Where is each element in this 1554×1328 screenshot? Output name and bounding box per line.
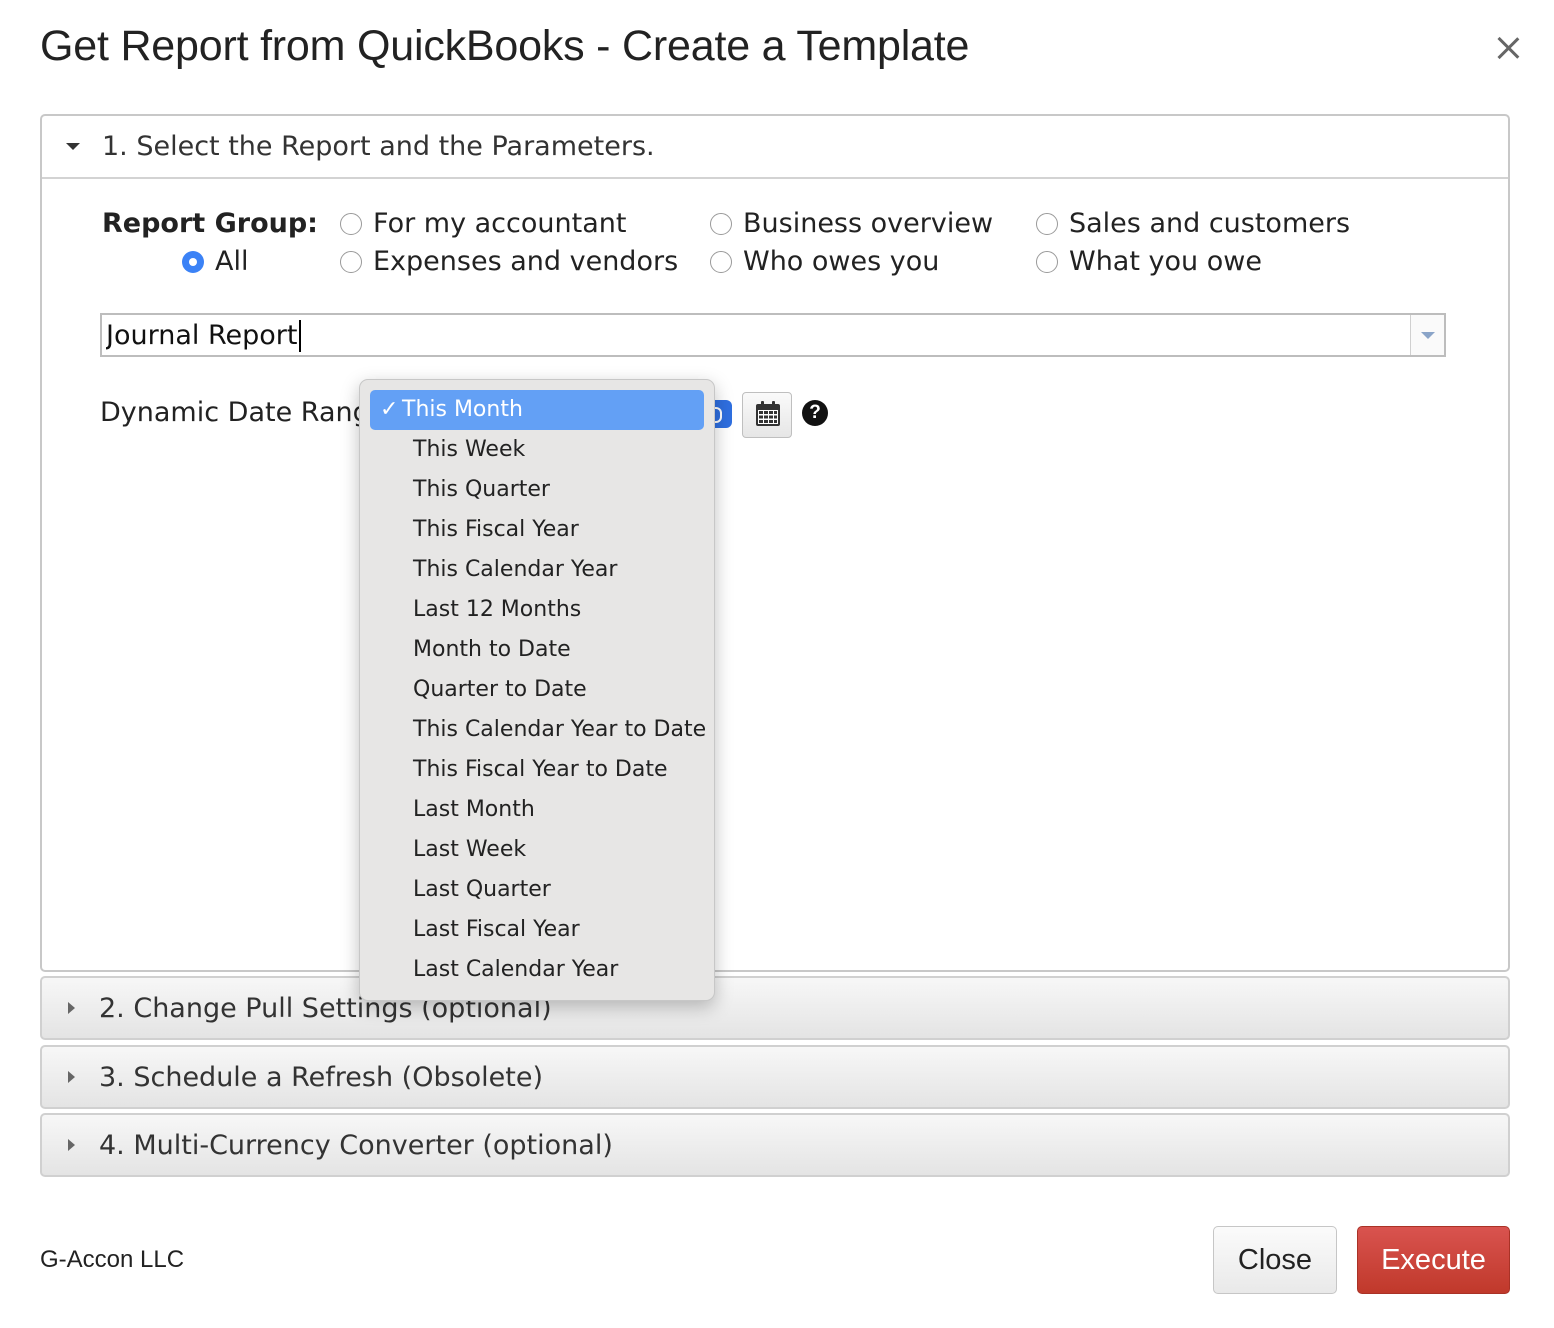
radio-what-you-owe[interactable]: What you owe: [1036, 246, 1262, 277]
close-button[interactable]: Close: [1213, 1226, 1337, 1294]
radio-all[interactable]: All: [182, 246, 248, 277]
dropdown-option[interactable]: This Quarter: [370, 470, 704, 510]
radio-label: Who owes you: [743, 246, 940, 277]
close-icon[interactable]: [1490, 30, 1526, 66]
chevron-down-icon[interactable]: [1410, 315, 1444, 355]
dropdown-option[interactable]: This Fiscal Year to Date: [370, 750, 704, 790]
expanded-triangle-icon: [66, 143, 80, 150]
section-header-3[interactable]: 3. Schedule a Refresh (Obsolete): [40, 1045, 1510, 1109]
radio-sales-and-customers[interactable]: Sales and customers: [1036, 208, 1350, 239]
dropdown-option[interactable]: Quarter to Date: [370, 670, 704, 710]
dropdown-option[interactable]: Last Fiscal Year: [370, 910, 704, 950]
date-range-dropdown-menu[interactable]: ✓ This Month This Week This Quarter This …: [359, 379, 715, 1001]
radio-label: What you owe: [1069, 246, 1262, 277]
calendar-button[interactable]: [742, 392, 792, 438]
collapsed-triangle-icon: [68, 1139, 75, 1151]
report-combo[interactable]: [100, 313, 1446, 357]
help-icon[interactable]: ?: [802, 400, 828, 426]
dynamic-date-range-label: Dynamic Date Range:: [100, 397, 362, 428]
radio-icon[interactable]: [1036, 212, 1058, 235]
dropdown-option[interactable]: Last 12 Months: [370, 590, 704, 630]
radio-icon[interactable]: [1036, 250, 1058, 273]
section-select-report: 1. Select the Report and the Parameters.…: [40, 114, 1510, 972]
radio-icon[interactable]: [340, 250, 362, 273]
section-title-4: 4. Multi-Currency Converter (optional): [99, 1129, 613, 1161]
collapsed-triangle-icon: [68, 1002, 75, 1014]
section-title-1: 1. Select the Report and the Parameters.: [102, 131, 655, 162]
radio-icon[interactable]: [710, 250, 732, 273]
dropdown-option-selected[interactable]: ✓ This Month: [370, 390, 704, 430]
calendar-icon: [756, 401, 780, 426]
dropdown-option[interactable]: This Calendar Year: [370, 550, 704, 590]
radio-icon[interactable]: [710, 212, 732, 235]
dropdown-option[interactable]: Month to Date: [370, 630, 704, 670]
dropdown-option[interactable]: Last Week: [370, 830, 704, 870]
dropdown-option[interactable]: Last Calendar Year: [370, 950, 704, 990]
text-caret: [299, 320, 301, 352]
dialog-title: Get Report from QuickBooks - Create a Te…: [40, 22, 970, 70]
section-header-1[interactable]: 1. Select the Report and the Parameters.: [42, 116, 1508, 179]
execute-button[interactable]: Execute: [1357, 1226, 1510, 1294]
radio-label: Sales and customers: [1069, 208, 1351, 239]
dropdown-option[interactable]: This Calendar Year to Date: [370, 710, 706, 750]
radio-label: For my accountant: [373, 208, 627, 239]
section-title-3: 3. Schedule a Refresh (Obsolete): [99, 1061, 544, 1093]
checkmark-icon: ✓: [380, 397, 399, 422]
section-header-2[interactable]: 2. Change Pull Settings (optional): [40, 976, 1510, 1040]
section-header-4[interactable]: 4. Multi-Currency Converter (optional): [40, 1113, 1510, 1177]
radio-label: All: [215, 246, 249, 277]
dropdown-option[interactable]: This Fiscal Year: [370, 510, 704, 550]
option-label: This Month: [402, 397, 523, 422]
radio-expenses-and-vendors[interactable]: Expenses and vendors: [340, 246, 678, 277]
radio-business-overview[interactable]: Business overview: [710, 208, 993, 239]
radio-for-my-accountant[interactable]: For my accountant: [340, 208, 626, 239]
collapsed-triangle-icon: [68, 1071, 75, 1083]
radio-checked-icon[interactable]: [182, 250, 204, 273]
report-group-label: Report Group:: [102, 208, 318, 239]
radio-label: Expenses and vendors: [373, 246, 679, 277]
dropdown-option[interactable]: This Week: [370, 430, 704, 470]
footer-brand: G-Accon LLC: [40, 1246, 185, 1273]
dropdown-option[interactable]: Last Month: [370, 790, 704, 830]
radio-label: Business overview: [743, 208, 994, 239]
dropdown-option[interactable]: Last Quarter: [370, 870, 704, 910]
radio-who-owes-you[interactable]: Who owes you: [710, 246, 939, 277]
radio-icon[interactable]: [340, 212, 362, 235]
